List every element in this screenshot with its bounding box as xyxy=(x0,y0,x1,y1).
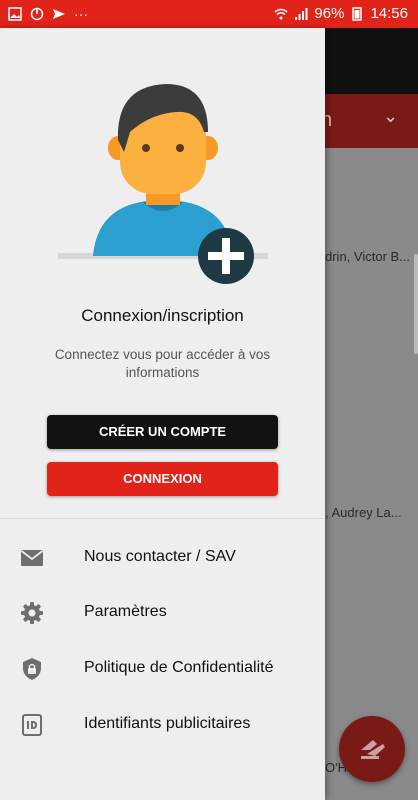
fab-button[interactable] xyxy=(339,716,405,782)
battery-percent: 96% xyxy=(314,5,345,22)
login-button[interactable]: CONNEXION xyxy=(47,462,278,496)
background-scrollbar xyxy=(414,254,418,354)
status-left-icons: ··· xyxy=(8,6,88,22)
wifi-icon xyxy=(274,8,288,19)
signal-icon xyxy=(295,7,308,20)
chevron-down-icon: ⌄ xyxy=(383,106,399,126)
menu-item-label: Politique de Confidentialité xyxy=(84,659,274,676)
status-dots: ··· xyxy=(74,6,88,22)
id-card-icon xyxy=(22,714,42,736)
drawer-title: Connexion/inscription xyxy=(81,306,244,325)
mail-icon xyxy=(20,550,44,566)
menu-item-contact[interactable]: Nous contacter / SAV xyxy=(0,534,325,582)
background-tab-bar: n ⌄ xyxy=(321,94,418,148)
send-icon xyxy=(53,9,65,19)
shield-lock-icon xyxy=(23,658,41,680)
background-row-1: drin, Victor B... xyxy=(325,249,411,264)
avatar[interactable] xyxy=(58,80,268,290)
power-icon xyxy=(30,7,44,21)
gallery-icon xyxy=(8,7,22,21)
background-row-2: , Audrey La... xyxy=(325,505,402,520)
menu-item-label: Paramètres xyxy=(84,603,167,620)
battery-icon xyxy=(352,6,363,21)
menu-item-label: Identifiants publicitaires xyxy=(84,715,251,732)
navigation-drawer: Connexion/inscription Connectez vous pou… xyxy=(0,28,325,800)
divider xyxy=(0,518,325,519)
menu-item-settings[interactable]: Paramètres xyxy=(0,589,325,637)
create-account-button[interactable]: CRÉER UN COMPTE xyxy=(47,415,278,449)
menu-item-label: Nous contacter / SAV xyxy=(84,548,236,565)
menu-item-ad-identifiers[interactable]: Identifiants publicitaires xyxy=(0,701,325,749)
fab-icon xyxy=(361,740,385,759)
status-right: 96% 14:56 xyxy=(274,5,408,22)
user-avatar-icon xyxy=(58,84,268,284)
status-bar: ··· 96% 14:56 xyxy=(0,0,418,28)
menu-item-privacy[interactable]: Politique de Confidentialité xyxy=(0,645,325,693)
drawer-subtitle: Connectez vous pour accéder à vos inform… xyxy=(54,347,271,380)
gear-icon xyxy=(21,602,43,624)
background-header xyxy=(325,28,418,94)
background-app: n ⌄ drin, Victor B... , Audrey La... O'H… xyxy=(321,28,418,800)
clock: 14:56 xyxy=(370,5,408,22)
